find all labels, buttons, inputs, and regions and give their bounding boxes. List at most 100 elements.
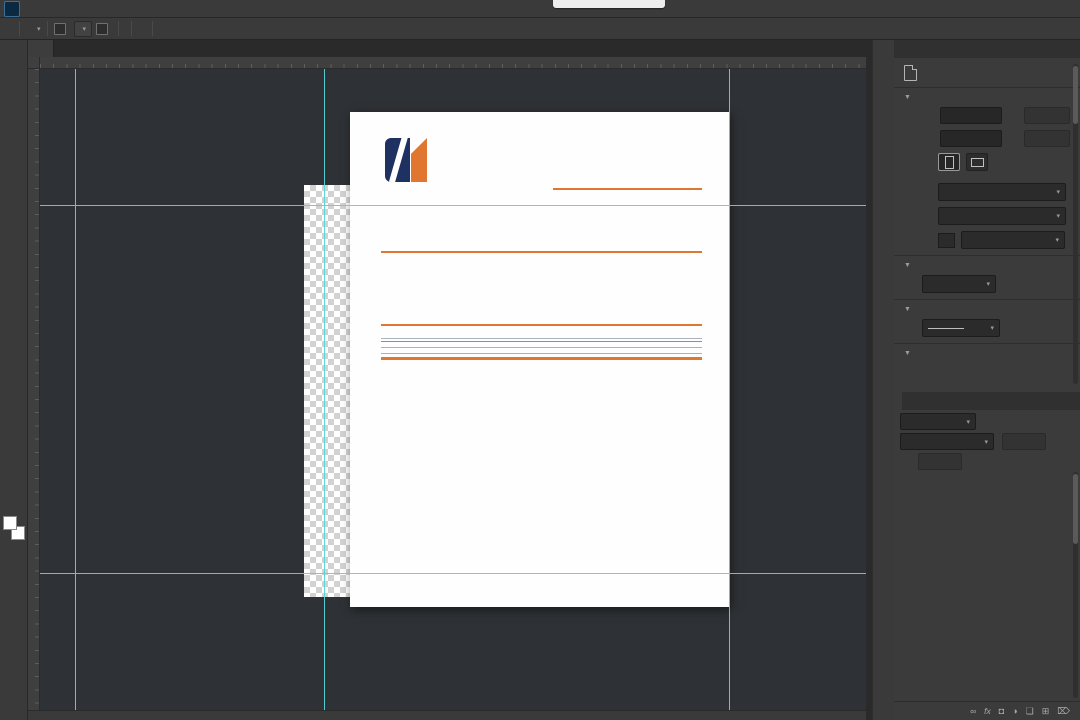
chevron-down-icon: ▼ xyxy=(904,262,911,269)
width-field[interactable] xyxy=(940,107,1002,124)
fill-field[interactable] xyxy=(918,453,962,470)
chevron-down-icon: ▾ xyxy=(82,25,87,33)
tools-panel xyxy=(0,40,28,720)
delete-layer-icon[interactable]: ⌦ xyxy=(1057,706,1070,717)
layer-effects-icon[interactable]: fx xyxy=(984,706,991,716)
chevron-down-icon: ▾ xyxy=(1056,213,1060,220)
activity-sections xyxy=(381,336,702,360)
new-adjustment-layer-icon[interactable]: ◑ xyxy=(1012,706,1017,716)
portrait-icon xyxy=(944,155,954,169)
show-transform-checkbox[interactable] xyxy=(96,22,109,35)
layers-body: ▾ ▾ ∞ fx ◘ ◑ ❏ ⊞ ⌦ xyxy=(894,410,1080,720)
vertical-ruler[interactable] xyxy=(28,69,40,710)
layers-panel: ▾ ▾ ∞ fx ◘ ◑ ❏ ⊞ ⌦ xyxy=(894,392,1080,720)
guide-horizontal[interactable] xyxy=(40,205,866,206)
x-field xyxy=(1024,107,1070,124)
scrollbar-thumb[interactable] xyxy=(1073,474,1078,544)
fill-swatch[interactable] xyxy=(938,232,955,248)
add-layer-mask-icon[interactable]: ◘ xyxy=(999,706,1004,716)
portrait-orientation-button[interactable] xyxy=(938,153,960,171)
guide-vertical[interactable] xyxy=(324,69,325,710)
height-field[interactable] xyxy=(940,130,1002,147)
link-layers-icon[interactable]: ∞ xyxy=(970,706,976,716)
guide-vertical[interactable] xyxy=(75,69,76,710)
bit-depth-dropdown[interactable]: ▾ xyxy=(938,207,1066,225)
expand-panels-icon[interactable] xyxy=(873,40,895,54)
divider xyxy=(894,343,1080,344)
chevron-down-icon: ▼ xyxy=(904,350,911,357)
chevron-down-icon: ▾ xyxy=(990,325,994,332)
canvas-section-header[interactable]: ▼ xyxy=(904,94,1070,101)
document-canvas[interactable] xyxy=(350,112,729,607)
filter-row: ▾ xyxy=(894,410,1080,430)
foreground-color-swatch[interactable] xyxy=(3,516,17,530)
landscape-icon xyxy=(970,157,984,167)
status-bar xyxy=(28,710,866,720)
statement-end-divider xyxy=(381,357,702,360)
landscape-orientation-button[interactable] xyxy=(966,153,988,171)
chevron-down-icon: ▾ xyxy=(1056,189,1060,196)
ruler-corner xyxy=(28,57,40,69)
transparent-pixels-region xyxy=(304,185,350,597)
guide-horizontal[interactable] xyxy=(40,573,866,574)
document-type-row xyxy=(904,65,1070,81)
y-field xyxy=(1024,130,1070,147)
section-electronic-deposits xyxy=(381,336,702,342)
document-icon xyxy=(904,65,917,81)
divider xyxy=(46,21,48,36)
guide-vertical[interactable] xyxy=(729,69,730,710)
tool-options-bar: ▾ ▾ xyxy=(0,18,1080,40)
panel-tab-strip xyxy=(894,392,1080,410)
divider xyxy=(894,87,1080,88)
document-tab[interactable] xyxy=(28,40,54,57)
rulers-grids-section-header[interactable]: ▼ xyxy=(904,262,1070,269)
scrollbar-thumb[interactable] xyxy=(1073,66,1078,124)
horizontal-ruler[interactable] xyxy=(40,57,866,69)
filter-kind-dropdown[interactable]: ▾ xyxy=(900,413,976,430)
new-layer-icon[interactable]: ⊞ xyxy=(1042,706,1050,717)
menu-bar xyxy=(0,0,1080,18)
lock-row xyxy=(894,450,1080,470)
blend-row: ▾ xyxy=(894,430,1080,450)
new-group-icon[interactable]: ❏ xyxy=(1026,706,1034,717)
units-dropdown[interactable]: ▾ xyxy=(922,275,996,293)
canvas-height-row xyxy=(904,130,1070,147)
auto-select-target-dropdown[interactable]: ▾ xyxy=(73,20,93,37)
chevron-down-icon[interactable]: ▾ xyxy=(37,25,41,33)
canvas-area[interactable] xyxy=(40,69,866,710)
chevron-down-icon: ▾ xyxy=(984,438,988,446)
tab-layers[interactable] xyxy=(894,392,902,410)
chevron-down-icon: ▾ xyxy=(966,418,970,426)
section-electronic-payment xyxy=(381,351,702,360)
divider xyxy=(894,299,1080,300)
subtotal-row xyxy=(381,338,702,339)
layer-list xyxy=(894,488,1080,720)
bank-logo-orange-shape xyxy=(411,138,427,182)
auto-select-checkbox[interactable] xyxy=(53,22,66,35)
section-divider xyxy=(381,341,702,342)
account-summary-title xyxy=(381,251,702,253)
opacity-field[interactable] xyxy=(1002,433,1046,450)
chevron-down-icon: ▾ xyxy=(986,281,990,288)
foreground-background-colors[interactable] xyxy=(3,516,25,540)
subtotal-row xyxy=(381,347,702,348)
fill-dropdown[interactable]: ▾ xyxy=(961,231,1065,249)
guide-style-dropdown[interactable]: ▾ xyxy=(922,319,1000,337)
guides-section-header[interactable]: ▼ xyxy=(904,306,1070,313)
os-titlebar-pill xyxy=(553,0,665,8)
line-style-icon xyxy=(928,327,964,329)
collapsed-panel-dock xyxy=(872,40,894,720)
color-mode-dropdown[interactable]: ▾ xyxy=(938,183,1066,201)
quick-actions-section-header[interactable]: ▼ xyxy=(904,350,1070,357)
bank-logo-navy-shape xyxy=(385,138,410,182)
divider xyxy=(894,255,1080,256)
divider xyxy=(118,21,120,36)
layers-footer: ∞ fx ◘ ◑ ❏ ⊞ ⌦ xyxy=(894,701,1080,720)
photoshop-window: ▾ ▾ ▼ ▾ ▾ ▾ ▼ ▾ ▼ ▾ ▼ ▾ ▾ ∞ fx ◘ ◑ ❏ ⊞ ⌦ xyxy=(0,0,1080,720)
guides-buttons-row: ▾ xyxy=(904,319,1070,337)
blend-mode-dropdown[interactable]: ▾ xyxy=(900,433,994,450)
statement-info-box xyxy=(553,188,702,192)
bit-depth-row: ▾ xyxy=(904,207,1070,225)
properties-panel: ▼ ▾ ▾ ▾ ▼ ▾ ▼ ▾ ▼ xyxy=(894,40,1080,392)
bank-logo xyxy=(385,138,427,182)
